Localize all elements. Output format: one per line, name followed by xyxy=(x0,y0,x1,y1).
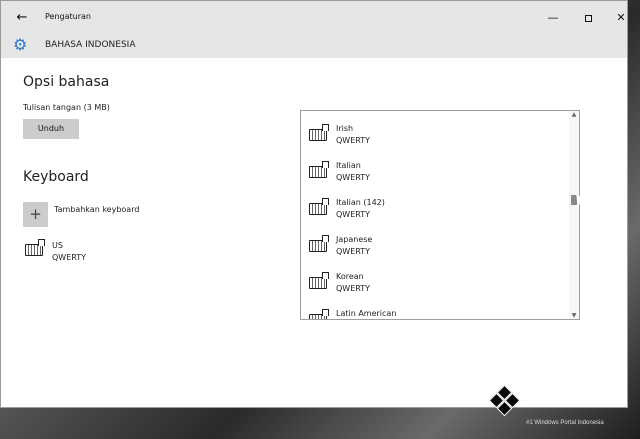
watermark-brand: WinPoin xyxy=(524,386,614,413)
settings-window: ← Pengaturan — ✕ ⚙ BAHASA INDONESIA Opsi… xyxy=(0,0,628,408)
maximize-icon xyxy=(584,14,592,22)
keyboard-icon xyxy=(309,309,329,319)
list-item[interactable]: Korean QWERTY xyxy=(301,265,569,302)
plus-icon: + xyxy=(29,205,42,223)
keyboard-icon xyxy=(309,235,329,252)
add-keyboard-label[interactable]: Tambahkan keyboard xyxy=(54,205,139,214)
page-title: BAHASA INDONESIA xyxy=(45,40,136,50)
list-item-layout: QWERTY xyxy=(336,210,371,219)
minimize-button[interactable]: — xyxy=(543,9,563,27)
keyboard-icon xyxy=(309,124,329,141)
list-item-name: Latin American xyxy=(336,309,397,318)
title-bar: ← Pengaturan — ✕ xyxy=(1,1,627,35)
installed-keyboard-name[interactable]: US xyxy=(52,241,63,250)
scroll-up-icon[interactable]: ▲ xyxy=(570,111,578,118)
list-item[interactable]: Italian QWERTY xyxy=(301,154,569,191)
language-options-heading: Opsi bahasa xyxy=(23,74,110,90)
installed-keyboard-layout: QWERTY xyxy=(52,253,87,262)
keyboard-icon xyxy=(25,239,45,256)
keyboard-icon xyxy=(309,161,329,178)
list-item-layout: QWERTY xyxy=(336,284,371,293)
handwriting-label: Tulisan tangan (3 MB) xyxy=(23,103,110,112)
watermark-tagline: #1 Windows Portal Indonesia xyxy=(526,420,604,426)
list-item-layout: QWERTY xyxy=(336,173,371,182)
list-item-layout: QWERTY xyxy=(336,136,371,145)
keyboard-icon xyxy=(309,198,329,215)
list-item-name: Korean xyxy=(336,272,364,281)
winpoin-logo-icon xyxy=(488,384,521,417)
keyboard-dropdown-list[interactable]: Irish QWERTY Italian QWERTY Italian (142… xyxy=(300,110,580,320)
scroll-down-icon[interactable]: ▼ xyxy=(570,312,578,319)
keyboard-icon xyxy=(309,272,329,289)
keyboard-heading: Keyboard xyxy=(23,169,89,185)
list-item-name: Irish xyxy=(336,124,354,133)
download-button[interactable]: Unduh xyxy=(23,119,79,139)
window-title: Pengaturan xyxy=(45,12,91,21)
list-item[interactable]: Japanese QWERTY xyxy=(301,228,569,265)
list-item[interactable]: Irish QWERTY xyxy=(301,117,569,154)
add-keyboard-button[interactable]: + xyxy=(23,202,48,227)
list-item-name: Italian (142) xyxy=(336,198,385,207)
list-item[interactable]: Latin American xyxy=(301,302,569,319)
gear-icon: ⚙ xyxy=(13,35,28,54)
scrollbar[interactable]: ▲ ▼ xyxy=(569,111,579,319)
back-button[interactable]: ← xyxy=(13,9,31,27)
close-button[interactable]: ✕ xyxy=(611,9,631,27)
list-item-layout: QWERTY xyxy=(336,247,371,256)
page-header: ⚙ BAHASA INDONESIA xyxy=(1,35,627,58)
list-item-name: Italian xyxy=(336,161,361,170)
list-item[interactable]: Italian (142) QWERTY xyxy=(301,191,569,228)
maximize-button[interactable] xyxy=(578,9,598,27)
list-item-name: Japanese xyxy=(336,235,373,244)
